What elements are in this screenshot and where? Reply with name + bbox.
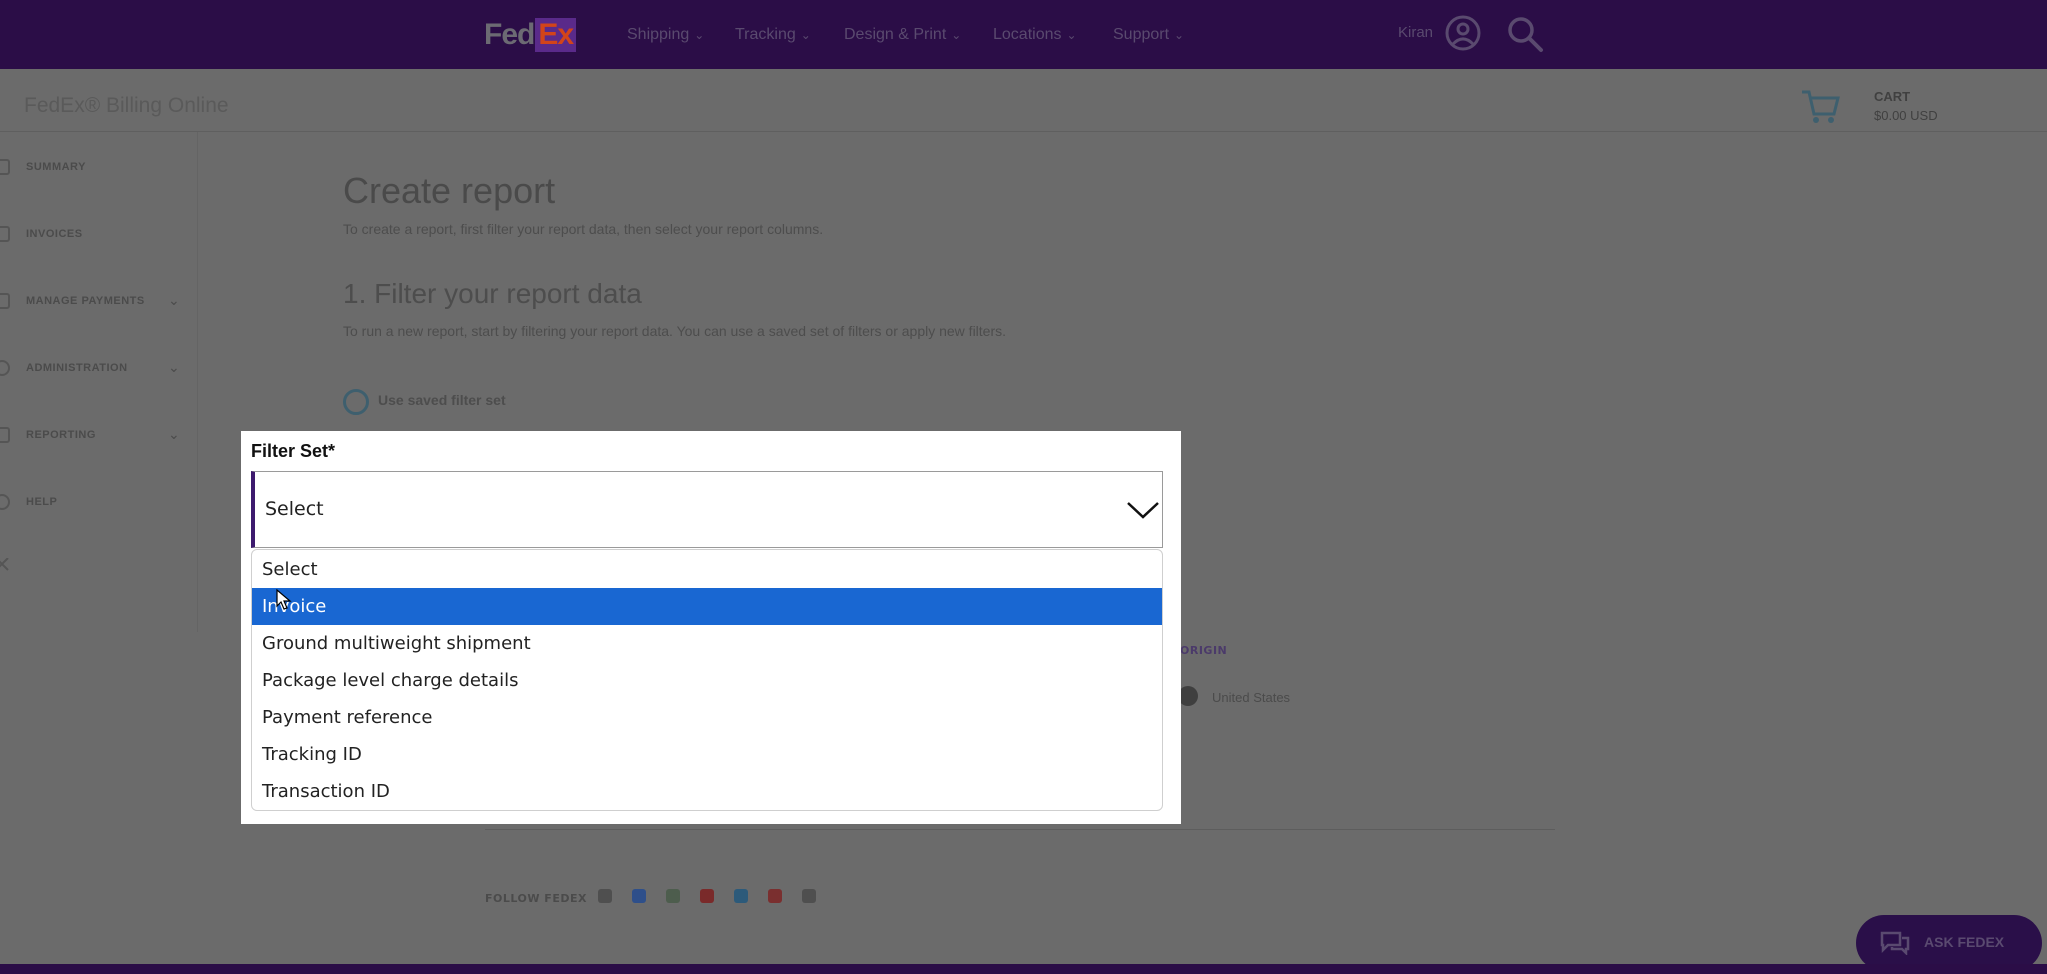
saved-filter-radio-label[interactable]: Use saved filter set (378, 392, 506, 408)
option-ground-multiweight-shipment[interactable]: Ground multiweight shipment (252, 625, 1162, 662)
footer-divider (485, 829, 1555, 830)
filter-set-options-list: Select Invoice Ground multiweight shipme… (251, 549, 1163, 811)
chevron-down-icon: ⌄ (168, 427, 180, 443)
sidebar-item-reporting[interactable]: REPORTING ⌄ (0, 420, 198, 450)
payments-icon (0, 293, 10, 309)
sidebar-item-invoices[interactable]: INVOICES (0, 219, 198, 249)
summary-icon (0, 159, 10, 175)
email-icon[interactable] (598, 889, 612, 903)
nav-design-print[interactable]: Design & Print ⌄ (844, 22, 961, 48)
option-invoice[interactable]: Invoice (252, 588, 1162, 625)
nav-support[interactable]: Support ⌄ (1113, 22, 1184, 48)
search-icon[interactable] (1506, 15, 1544, 53)
chevron-down-icon: ⌄ (800, 28, 811, 42)
pinterest-icon[interactable] (700, 889, 714, 903)
chevron-down-icon: ⌄ (1066, 28, 1077, 42)
instagram-icon[interactable] (802, 889, 816, 903)
filter-set-selected-value: Select (265, 498, 324, 520)
user-name[interactable]: Kiran (1398, 24, 1433, 41)
invoices-icon (0, 226, 10, 242)
page-subtitle: To create a report, first filter your re… (343, 221, 824, 237)
facebook-icon[interactable] (632, 889, 646, 903)
cart-label[interactable]: CART (1874, 89, 1910, 104)
option-package-level-charge-details[interactable]: Package level charge details (252, 662, 1162, 699)
origin-column-label: ORIGIN (1180, 644, 1228, 657)
header-divider (0, 131, 2047, 132)
nav-shipping[interactable]: Shipping ⌄ (627, 22, 704, 48)
chevron-down-icon (1127, 502, 1159, 519)
country-flag-icon (1178, 686, 1198, 706)
filter-set-select[interactable]: Select (251, 471, 1163, 548)
nav-tracking[interactable]: Tracking ⌄ (735, 22, 811, 48)
follow-label: FOLLOW FEDEX (485, 892, 587, 905)
section-description: To run a new report, start by filtering … (343, 323, 1007, 339)
option-transaction-id[interactable]: Transaction ID (252, 773, 1162, 810)
cart-icon[interactable] (1800, 86, 1840, 126)
filter-set-label: Filter Set* (251, 441, 336, 461)
page-title: Create report (343, 170, 556, 211)
reporting-icon (0, 427, 10, 443)
help-icon (0, 494, 10, 510)
administration-icon (0, 360, 10, 376)
chevron-down-icon: ⌄ (168, 360, 180, 376)
nav-locations[interactable]: Locations ⌄ (993, 22, 1077, 48)
sidebar: SUMMARY INVOICES MANAGE PAYMENTS ⌄ ADMIN… (0, 132, 198, 632)
sidebar-item-administration[interactable]: ADMINISTRATION ⌄ (0, 353, 198, 383)
chevron-down-icon: ⌄ (694, 28, 705, 42)
chat-icon (1880, 931, 1910, 955)
chevron-down-icon: ⌄ (1174, 28, 1185, 42)
app-title: FedEx® Billing Online (24, 94, 229, 117)
bottom-bar (0, 964, 2047, 974)
x-icon[interactable] (666, 889, 680, 903)
top-navigation-bar: Fed Ex Shipping ⌄ Tracking ⌄ Design & Print… (0, 0, 2047, 69)
cart-amount: $0.00 USD (1874, 108, 1938, 123)
ask-fedex-button[interactable]: ASK FEDEX (1856, 915, 2042, 971)
option-payment-reference[interactable]: Payment reference (252, 699, 1162, 736)
chevron-down-icon: ⌄ (951, 28, 962, 42)
saved-filter-radio[interactable] (343, 389, 369, 415)
sidebar-item-help[interactable]: HELP (0, 487, 198, 517)
option-select[interactable]: Select (252, 551, 1162, 588)
sidebar-item-summary[interactable]: SUMMARY (0, 152, 198, 182)
section-title: 1. Filter your report data (343, 278, 642, 309)
option-tracking-id[interactable]: Tracking ID (252, 736, 1162, 773)
collapse-sidebar-icon[interactable] (0, 558, 10, 572)
youtube-icon[interactable] (768, 889, 782, 903)
sidebar-item-manage-payments[interactable]: MANAGE PAYMENTS ⌄ (0, 286, 198, 316)
country-label[interactable]: United States (1212, 690, 1290, 705)
fedex-logo[interactable]: Fed Ex (484, 17, 577, 53)
linkedin-icon[interactable] (734, 889, 748, 903)
filter-set-modal: Filter Set* Select Select Invoice Ground… (241, 431, 1181, 824)
mouse-cursor-icon (276, 589, 292, 610)
chevron-down-icon: ⌄ (168, 293, 180, 309)
user-icon[interactable] (1445, 15, 1481, 51)
